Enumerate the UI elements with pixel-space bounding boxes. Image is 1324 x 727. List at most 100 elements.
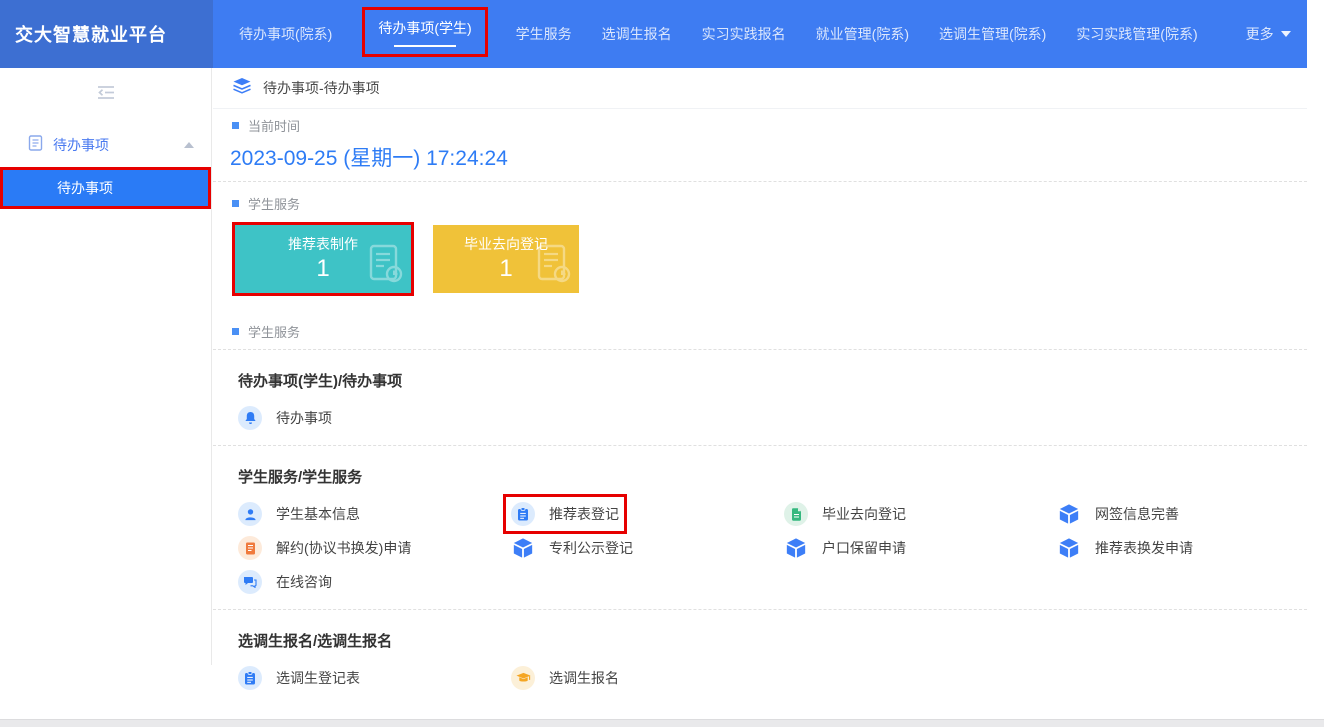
current-time-section-label: 当前时间 [213, 116, 1307, 135]
item-label: 推荐表换发申请 [1095, 538, 1193, 558]
divider [213, 181, 1307, 182]
chevron-up-icon [184, 142, 194, 148]
link-online-signing-info[interactable]: 网签信息完善 [1057, 502, 1179, 526]
link-todo[interactable]: 待办事项 [238, 406, 332, 430]
list-item: 选调生登记表 [238, 666, 511, 690]
link-xuandiao-registration-form[interactable]: 选调生登记表 [238, 666, 360, 690]
sidebar: 待办事项 待办事项 [0, 68, 212, 665]
link-student-basic-info[interactable]: 学生基本信息 [238, 502, 360, 526]
nav-item-internship-mgmt[interactable]: 实习实践管理(院系) [1076, 24, 1197, 44]
student-services-section-label: 学生服务 [213, 194, 1307, 213]
item-label: 在线咨询 [276, 572, 332, 592]
item-label: 网签信息完善 [1095, 504, 1179, 524]
divider [213, 609, 1307, 610]
nav-item-employment-mgmt[interactable]: 就业管理(院系) [816, 24, 909, 44]
item-label: 户口保留申请 [822, 538, 906, 558]
orange-doc-icon [238, 536, 262, 560]
nav-item-xuandiao-signup[interactable]: 选调生报名 [602, 24, 672, 44]
document-clock-icon [369, 243, 403, 288]
top-nav: 待办事项(院系) 待办事项(学生) 学生服务 选调生报名 实习实践报名 就业管理… [213, 0, 1307, 68]
chevron-down-icon [1281, 31, 1291, 37]
link-recommendation-form-reissue[interactable]: 推荐表换发申请 [1057, 536, 1193, 560]
link-online-consultation[interactable]: 在线咨询 [238, 570, 332, 594]
list-item: 网签信息完善 [1057, 502, 1324, 526]
group-title-todo-student: 待办事项(学生)/待办事项 [213, 370, 1307, 391]
main-content: 待办事项-待办事项 当前时间 2023-09-25 (星期一) 17:24:24… [213, 68, 1307, 705]
item-label: 解约(协议书换发)申请 [276, 538, 411, 558]
breadcrumb-text: 待办事项-待办事项 [263, 78, 380, 98]
list-item: 户口保留申请 [784, 536, 1057, 560]
item-label: 推荐表登记 [549, 504, 619, 524]
cube-icon [1057, 536, 1081, 560]
student-services-label: 学生服务 [248, 194, 300, 213]
brand-title: 交大智慧就业平台 [0, 0, 213, 68]
chat-icon [238, 570, 262, 594]
nav-item-xuandiao-mgmt[interactable]: 选调生管理(院系) [939, 24, 1046, 44]
link-xuandiao-signup[interactable]: 选调生报名 [511, 666, 619, 690]
cube-icon [784, 536, 808, 560]
group-items: 学生基本信息 推荐表登记 [213, 502, 1307, 594]
group-title-xuandiao: 选调生报名/选调生报名 [213, 630, 1307, 651]
current-time-label: 当前时间 [248, 116, 300, 135]
todo-cards-row: 推荐表制作 1 毕业去向登记 [213, 222, 1307, 296]
document-clock-icon [537, 243, 571, 288]
item-label: 专利公示登记 [549, 538, 633, 558]
current-time-value: 2023-09-25 (星期一) 17:24:24 [213, 142, 1307, 172]
item-label: 选调生登记表 [276, 668, 360, 688]
top-header: 交大智慧就业平台 待办事项(院系) 待办事项(学生) 学生服务 选调生报名 实习… [0, 0, 1307, 68]
link-recommendation-form-register[interactable]: 推荐表登记 [511, 502, 619, 526]
group-title-student-services: 学生服务/学生服务 [213, 466, 1307, 487]
green-doc-icon [784, 502, 808, 526]
bottom-status-bar [0, 719, 1324, 727]
group-items: 待办事项 [213, 406, 1307, 430]
nav-item-todo-student-highlight[interactable]: 待办事项(学生) [362, 7, 487, 57]
layers-icon [233, 78, 251, 99]
group-items: 选调生登记表 选调生报名 [213, 666, 1307, 690]
nav-item-more[interactable]: 更多 [1246, 24, 1291, 44]
sidebar-parent-label: 待办事项 [53, 135, 184, 155]
breadcrumb: 待办事项-待办事项 [213, 68, 1307, 109]
list-item: 待办事项 [238, 406, 511, 430]
document-icon [28, 135, 43, 156]
cube-icon [1057, 502, 1081, 526]
item-label: 学生基本信息 [276, 504, 360, 524]
bullet-icon [232, 200, 239, 207]
nav-item-internship-signup[interactable]: 实习实践报名 [702, 24, 786, 44]
item-label: 选调生报名 [549, 668, 619, 688]
list-item: 推荐表登记 [511, 502, 784, 526]
sidebar-active-highlight: 待办事项 [0, 167, 211, 209]
active-tab-underline [394, 45, 456, 47]
link-contract-termination[interactable]: 解约(协议书换发)申请 [238, 536, 411, 560]
item-label: 毕业去向登记 [822, 504, 906, 524]
clipboard-icon [238, 666, 262, 690]
app-window: 交大智慧就业平台 待办事项(院系) 待办事项(学生) 学生服务 选调生报名 实习… [0, 0, 1324, 727]
list-item: 在线咨询 [238, 570, 511, 594]
link-hukou-retention[interactable]: 户口保留申请 [784, 536, 906, 560]
list-item: 学生基本信息 [238, 502, 511, 526]
nav-item-todo-student[interactable]: 待办事项(学生) [378, 18, 471, 38]
list-item: 解约(协议书换发)申请 [238, 536, 511, 560]
student-services-label-2: 学生服务 [248, 322, 300, 341]
bullet-icon [232, 122, 239, 129]
cube-icon [511, 536, 535, 560]
sidebar-item-todo[interactable]: 待办事项 [3, 170, 208, 206]
sidebar-item-todo-parent[interactable]: 待办事项 [0, 125, 211, 165]
menu-fold-icon[interactable] [97, 85, 115, 105]
nav-more-label: 更多 [1246, 24, 1274, 44]
card-graduation-destination[interactable]: 毕业去向登记 1 [433, 225, 579, 293]
link-patent-publicity[interactable]: 专利公示登记 [511, 536, 633, 560]
nav-item-todo-dept[interactable]: 待办事项(院系) [239, 24, 332, 44]
item-label: 待办事项 [276, 408, 332, 428]
divider [213, 445, 1307, 446]
nav-item-student-services[interactable]: 学生服务 [516, 24, 572, 44]
card-recommendation-form[interactable]: 推荐表制作 1 [235, 225, 411, 293]
graduation-cap-icon [511, 666, 535, 690]
divider [213, 349, 1307, 350]
list-item: 专利公示登记 [511, 536, 784, 560]
link-graduation-destination[interactable]: 毕业去向登记 [784, 502, 906, 526]
bell-icon [238, 406, 262, 430]
student-services-section-label-2: 学生服务 [213, 322, 1307, 341]
list-item: 毕业去向登记 [784, 502, 1057, 526]
list-item: 选调生报名 [511, 666, 784, 690]
clipboard-icon [511, 502, 535, 526]
